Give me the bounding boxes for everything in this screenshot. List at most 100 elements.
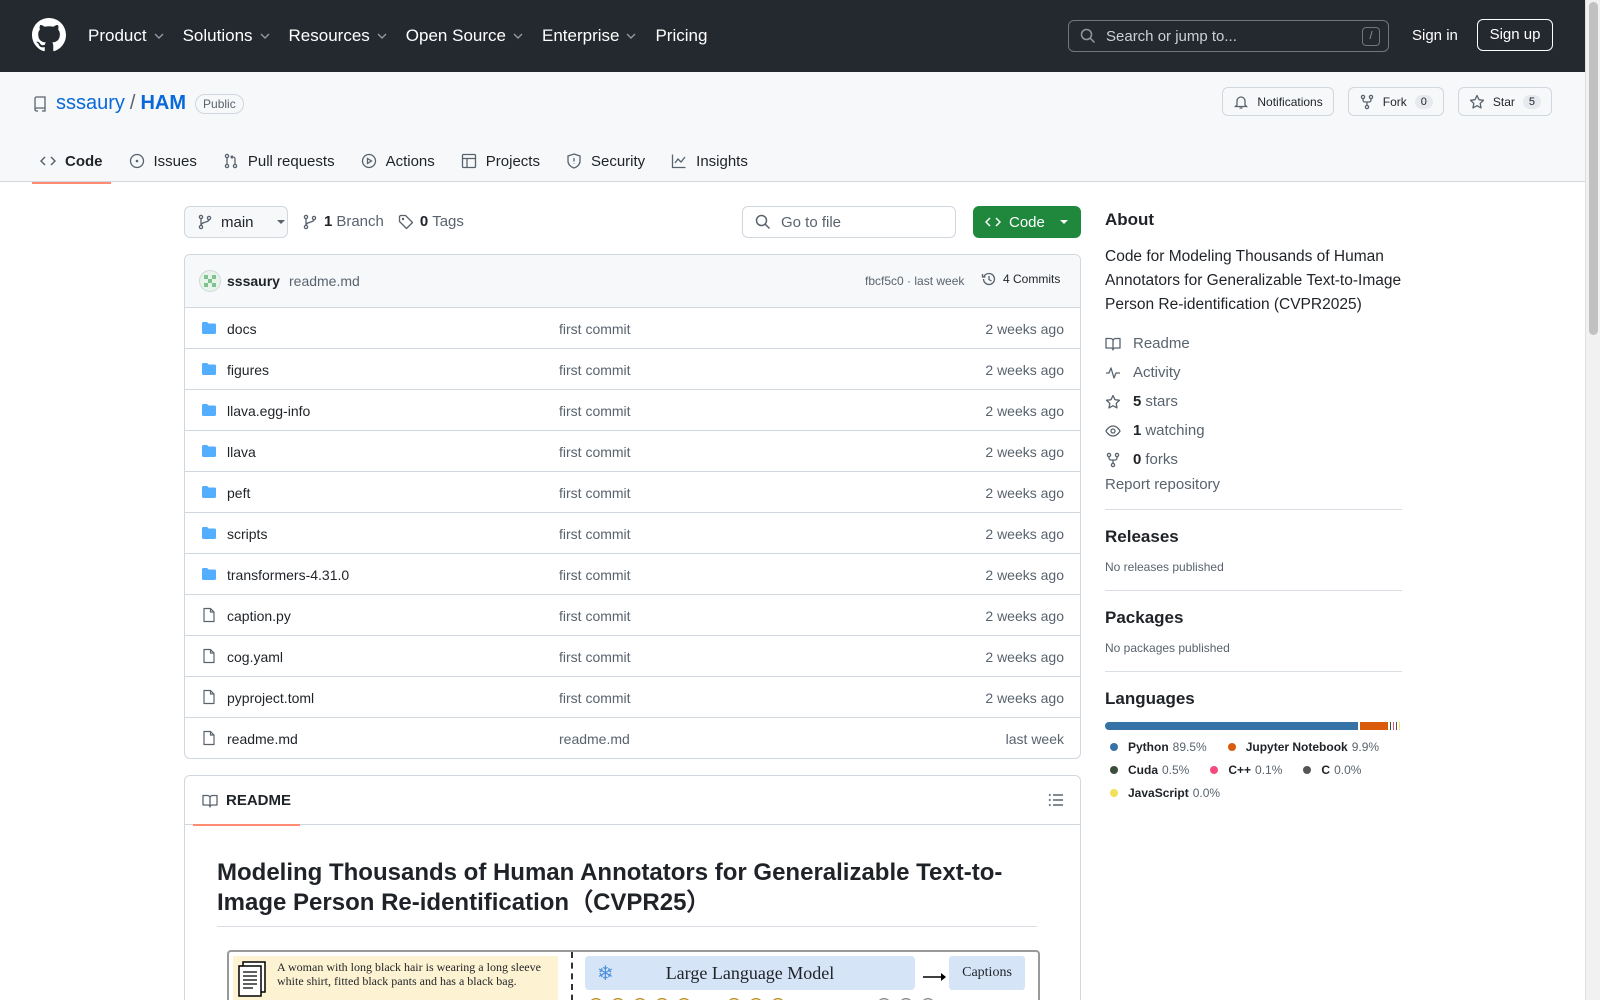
language-color-dot (1227, 743, 1236, 751)
file-commit-age: 2 weeks ago (985, 649, 1064, 665)
commit-hash-time[interactable]: fbcf5c0 · last week (865, 274, 964, 288)
language-item[interactable]: Cuda 0.5% (1105, 763, 1189, 777)
file-commit-message-link[interactable]: first commit (559, 444, 631, 460)
packages-heading[interactable]: Packages (1105, 608, 1402, 628)
language-name: Cuda (1128, 763, 1158, 777)
readme-link[interactable]: Readme (1105, 329, 1402, 358)
file-row[interactable]: transformers-4.31.0 first commit 2 weeks a… (185, 554, 1080, 595)
tab-pull-requests[interactable]: Pull requests (215, 140, 343, 182)
notifications-button[interactable]: Notifications (1222, 87, 1334, 116)
file-commit-message-link[interactable]: first commit (559, 485, 631, 501)
language-item[interactable]: Jupyter Notebook 9.9% (1223, 740, 1379, 754)
tab-label: Issues (153, 152, 197, 170)
nav-pricing[interactable]: Pricing (655, 26, 707, 46)
file-name-link[interactable]: docs (227, 321, 257, 337)
file-name-link[interactable]: scripts (227, 526, 267, 542)
file-row[interactable]: docs first commit 2 weeks ago (185, 308, 1080, 349)
file-row[interactable]: llava first commit 2 weeks ago (185, 431, 1080, 472)
language-bar-segment (1393, 722, 1395, 730)
language-percent: 0.5% (1162, 763, 1190, 777)
file-commit-message-link[interactable]: first commit (559, 690, 631, 706)
language-item[interactable]: Python 89.5% (1105, 740, 1207, 754)
fork-button[interactable]: Fork 0 (1347, 87, 1444, 116)
file-commit-message-link[interactable]: first commit (559, 321, 631, 337)
tab-actions[interactable]: Actions (353, 140, 443, 182)
watchers-link[interactable]: 1 watching (1105, 416, 1402, 445)
file-row[interactable]: llava.egg-info first commit 2 weeks ago (185, 390, 1080, 431)
tab-insights[interactable]: Insights (663, 140, 756, 182)
branch-selector[interactable]: main (184, 206, 288, 238)
caret-down-icon (1059, 220, 1068, 224)
file-row[interactable]: scripts first commit 2 weeks ago (185, 513, 1080, 554)
file-commit-message-link[interactable]: first commit (559, 649, 631, 665)
repo-name-link[interactable]: HAM (140, 92, 186, 115)
chevron-down-icon (154, 33, 164, 39)
pulse-icon (1106, 366, 1120, 379)
repo-owner-link[interactable]: sssaury (56, 92, 125, 115)
issue-icon (129, 153, 144, 169)
file-commit-message-link[interactable]: readme.md (559, 731, 630, 747)
language-item[interactable]: C 0.0% (1298, 763, 1361, 777)
file-row[interactable]: pyproject.toml first commit 2 weeks ago (185, 677, 1080, 718)
file-commit-message-link[interactable]: first commit (559, 608, 631, 624)
nav-product[interactable]: Product (88, 26, 165, 46)
file-name-link[interactable]: figures (227, 362, 269, 378)
file-name-link[interactable]: pyproject.toml (227, 690, 314, 706)
table-icon (461, 153, 476, 169)
file-commit-message-link[interactable]: first commit (559, 567, 631, 583)
commit-author-link[interactable]: sssaury (227, 273, 280, 289)
report-repository-link[interactable]: Report repository (1105, 476, 1402, 510)
search-input[interactable]: Search or jump to... / (1068, 20, 1389, 52)
outline-list-icon[interactable] (1048, 792, 1064, 808)
releases-heading[interactable]: Releases (1105, 527, 1402, 547)
file-name-link[interactable]: transformers-4.31.0 (227, 567, 349, 583)
language-item[interactable]: C++ 0.1% (1205, 763, 1282, 777)
file-name-link[interactable]: llava (227, 444, 256, 460)
file-name-link[interactable]: readme.md (227, 731, 298, 747)
language-item[interactable]: JavaScript 0.0% (1105, 786, 1220, 800)
tab-security[interactable]: Security (558, 140, 653, 182)
star-button[interactable]: Star 5 (1457, 87, 1552, 116)
activity-link-label: Activity (1133, 364, 1181, 381)
file-name-link[interactable]: caption.py (227, 608, 291, 624)
tab-code[interactable]: Code (32, 140, 111, 184)
github-logo-icon[interactable] (32, 18, 66, 52)
file-name-link[interactable]: peft (227, 485, 250, 501)
nav-label: Open Source (405, 26, 506, 45)
stars-link[interactable]: 5 stars (1105, 387, 1402, 416)
sign-up-button[interactable]: Sign up (1477, 19, 1553, 51)
code-dropdown-button[interactable]: Code (973, 206, 1081, 238)
file-commit-message-link[interactable]: first commit (559, 403, 631, 419)
file-row[interactable]: peft first commit 2 weeks ago (185, 472, 1080, 513)
page-scrollbar[interactable] (1585, 0, 1600, 1000)
commits-history-link[interactable]: 4 Commits (981, 271, 1060, 287)
file-name-link[interactable]: cog.yaml (227, 649, 283, 665)
tab-projects[interactable]: Projects (453, 140, 548, 182)
file-commit-message-link[interactable]: first commit (559, 362, 631, 378)
nav-resources[interactable]: Resources (289, 26, 388, 46)
file-row[interactable]: caption.py first commit 2 weeks ago (185, 595, 1080, 636)
file-name-link[interactable]: llava.egg-info (227, 403, 310, 419)
forks-link[interactable]: 0 forks (1105, 445, 1402, 474)
activity-link[interactable]: Activity (1105, 358, 1402, 387)
file-commit-message-link[interactable]: first commit (559, 526, 631, 542)
readme-tab[interactable]: README (193, 776, 301, 826)
sign-in-link[interactable]: Sign in (1412, 27, 1458, 44)
figure-llm-box: Large Language Model (585, 956, 915, 990)
search-placeholder: Search or jump to... (1106, 27, 1237, 45)
scrollbar-thumb[interactable] (1589, 2, 1598, 335)
nav-solutions[interactable]: Solutions (183, 26, 271, 46)
file-row[interactable]: figures first commit 2 weeks ago (185, 349, 1080, 390)
avatar[interactable] (199, 270, 221, 292)
file-commit-age: last week (1005, 731, 1064, 747)
language-color-dot (1110, 766, 1118, 774)
tags-link[interactable]: 0 Tags (398, 213, 464, 230)
nav-enterprise[interactable]: Enterprise (542, 26, 637, 46)
nav-open-source[interactable]: Open Source (406, 26, 524, 46)
tab-issues[interactable]: Issues (121, 140, 205, 182)
file-row[interactable]: readme.md readme.md last week (185, 718, 1080, 758)
branches-link[interactable]: 1 Branch (302, 213, 384, 230)
file-row[interactable]: cog.yaml first commit 2 weeks ago (185, 636, 1080, 677)
go-to-file-input[interactable]: Go to file (742, 206, 956, 238)
commit-message-link[interactable]: readme.md (289, 273, 360, 289)
